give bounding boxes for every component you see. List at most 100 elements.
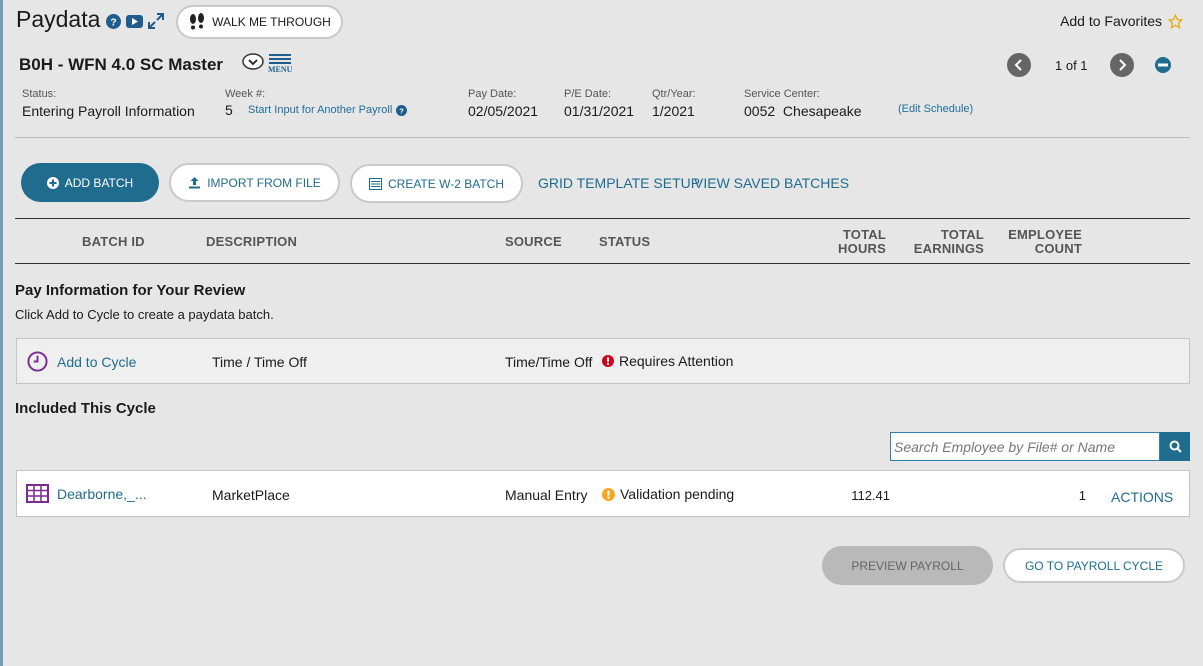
search-icon [1169, 440, 1182, 453]
view-saved-batches-link[interactable]: VIEW SAVED BATCHES [694, 175, 849, 191]
pe-date-label: P/E Date: [564, 88, 612, 100]
pager-text: 1 of 1 [1055, 57, 1088, 73]
add-batch-button[interactable]: ADD BATCH [21, 163, 159, 202]
w2-icon [368, 177, 382, 190]
edit-schedule-link[interactable]: (Edit Schedule) [898, 103, 973, 115]
row-source: Manual Entry [505, 487, 588, 503]
walk-me-through-button[interactable]: WALK ME THROUGH [176, 5, 343, 39]
pe-date-value: 01/31/2021 [564, 103, 635, 119]
add-batch-label: ADD BATCH [64, 175, 134, 190]
left-edge-bar [0, 0, 3, 666]
chevron-down-icon[interactable] [242, 53, 264, 70]
menu-label: MENU [268, 65, 293, 74]
search-input[interactable]: Search Employee by File# or Name [890, 432, 1160, 461]
payroll-menu[interactable]: MENU [242, 53, 292, 74]
preview-payroll-button[interactable]: PREVIEW PAYROLL [822, 546, 993, 585]
help-icon[interactable]: ? [396, 104, 408, 116]
warning-icon [602, 487, 615, 501]
row-status-label: Validation pending [620, 486, 735, 502]
pay-date-label: Pay Date: [468, 88, 517, 100]
table-header-bottom-line [15, 263, 1190, 264]
qtr-label: Qtr/Year: [652, 88, 696, 100]
row-description: MarketPlace [212, 487, 290, 503]
review-section-subtitle: Click Add to Cycle to create a paydata b… [15, 307, 274, 322]
import-from-file-label: IMPORT FROM FILE [207, 175, 321, 190]
footprints-icon [190, 13, 205, 30]
grid-icon [26, 484, 49, 503]
col-total-earnings[interactable]: TOTAL EARNINGS [898, 228, 984, 256]
row-actions-link[interactable]: ACTIONS [1111, 489, 1173, 505]
col-total-hours[interactable]: TOTAL HOURS [800, 228, 886, 256]
col-total-earnings-line1: TOTAL [940, 227, 984, 242]
svg-text:?: ? [400, 106, 405, 115]
week-label: Week #: [225, 88, 266, 100]
start-input-link[interactable]: Start Input for Another Payroll ? [248, 104, 408, 116]
youtube-icon[interactable] [126, 14, 143, 28]
status-value: Entering Payroll Information [22, 103, 195, 119]
help-icon[interactable]: ? [106, 13, 121, 29]
plus-circle-icon [46, 176, 59, 189]
error-icon [602, 355, 614, 367]
create-w2-batch-button[interactable]: CREATE W-2 BATCH [350, 164, 523, 203]
svg-text:?: ? [110, 17, 116, 28]
search-button[interactable] [1160, 432, 1190, 461]
header-icons: ? [106, 13, 164, 29]
menu-icon [269, 54, 292, 64]
table-header-top-line [15, 218, 1190, 219]
minus-circle-icon[interactable] [1154, 56, 1172, 74]
review-row-status-label: Requires Attention [619, 353, 734, 369]
import-from-file-button[interactable]: IMPORT FROM FILE [169, 163, 340, 202]
expand-icon[interactable] [148, 13, 164, 29]
go-to-payroll-cycle-label: GO TO PAYROLL CYCLE [1024, 558, 1164, 573]
page-title-text: Paydata [16, 6, 101, 32]
col-total-earnings-line2: EARNINGS [913, 241, 984, 256]
status-label: Status: [22, 88, 57, 100]
col-source[interactable]: SOURCE [505, 234, 562, 249]
grid-template-setup-link[interactable]: GRID TEMPLATE SETUP [538, 175, 700, 191]
chevron-left-icon [1014, 59, 1022, 71]
walk-me-through-label: WALK ME THROUGH [212, 15, 331, 29]
search-placeholder: Search Employee by File# or Name [894, 439, 1115, 455]
page-title: Paydata [16, 6, 100, 33]
divider [15, 137, 1190, 138]
col-description[interactable]: DESCRIPTION [206, 234, 297, 249]
favorites-label: Add to Favorites [1060, 13, 1162, 29]
row-total-hours: 112.41 [851, 488, 890, 503]
table-row: Dearborne,_... MarketPlace Manual Entry … [16, 470, 1190, 517]
col-total-hours-line2: HOURS [838, 241, 886, 256]
next-page-button[interactable] [1109, 53, 1134, 77]
previous-page-button[interactable] [1007, 53, 1031, 77]
start-input-label: Start Input for Another Payroll [248, 104, 393, 116]
col-employee-count-line1: EMPLOYEE [1008, 227, 1082, 242]
row-status: Validation pending [602, 486, 734, 502]
chevron-right-icon [1118, 59, 1126, 71]
batch-id-label: Dearborne,_... [57, 485, 147, 502]
col-status[interactable]: STATUS [599, 234, 650, 249]
preview-payroll-label: PREVIEW PAYROLL [851, 558, 964, 573]
review-row-description: Time / Time Off [212, 354, 307, 370]
review-row-source: Time/Time Off [505, 354, 593, 370]
review-section-title: Pay Information for Your Review [15, 282, 246, 299]
included-section-title: Included This Cycle [15, 400, 156, 417]
batch-id-link[interactable]: Dearborne,_... [26, 484, 147, 503]
go-to-payroll-cycle-button[interactable]: GO TO PAYROLL CYCLE [1003, 548, 1185, 583]
review-row-status: Requires Attention [602, 353, 733, 369]
week-value: 5 [225, 102, 233, 118]
add-to-cycle-link[interactable]: Add to Cycle [27, 351, 136, 372]
create-w2-batch-label: CREATE W-2 BATCH [387, 176, 504, 191]
payroll-name: B0H - WFN 4.0 SC Master [19, 55, 224, 74]
review-row: Add to Cycle Time / Time Off Time/Time O… [16, 338, 1190, 384]
service-center-label: Service Center: [744, 88, 820, 100]
upload-icon [189, 177, 201, 189]
col-batch-id[interactable]: BATCH ID [82, 234, 145, 249]
clock-icon [27, 351, 48, 372]
star-icon[interactable] [1168, 13, 1183, 29]
col-total-hours-line1: TOTAL [842, 227, 886, 242]
col-employee-count[interactable]: EMPLOYEE COUNT [996, 228, 1082, 256]
qtr-value: 1/2021 [652, 103, 695, 119]
pay-date-value: 02/05/2021 [468, 103, 539, 119]
add-to-favorites[interactable]: Add to Favorites [1060, 13, 1183, 29]
pager: 1 of 1 [1007, 53, 1172, 77]
menu-button[interactable]: MENU [268, 53, 292, 74]
service-center-value: 0052 Chesapeake [744, 103, 862, 119]
